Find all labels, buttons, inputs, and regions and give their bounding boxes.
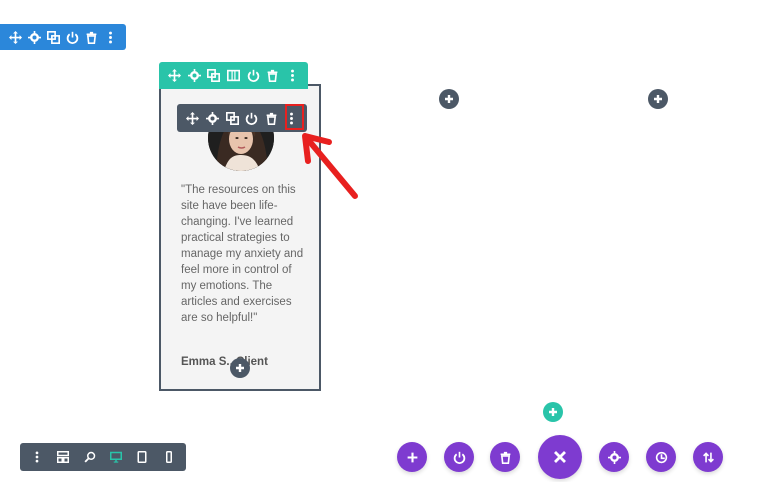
add-module-button[interactable] <box>230 358 250 378</box>
move-icon[interactable] <box>167 68 183 84</box>
move-icon[interactable] <box>8 29 24 45</box>
testimonial-author: Emma S., Client <box>181 356 268 368</box>
trash-icon[interactable] <box>263 110 279 126</box>
row-toolbar <box>159 62 308 89</box>
gear-icon[interactable] <box>186 68 202 84</box>
duplicate-icon[interactable] <box>206 68 222 84</box>
phone-icon[interactable] <box>161 449 177 465</box>
zoom-icon[interactable] <box>82 449 98 465</box>
page-settings-button[interactable] <box>599 442 629 472</box>
add-module-button-column-3[interactable] <box>648 89 668 109</box>
power-icon[interactable] <box>65 29 81 45</box>
power-icon[interactable] <box>245 68 261 84</box>
section-toolbar <box>0 24 126 50</box>
gear-icon[interactable] <box>204 110 220 126</box>
view-mode-toolbar <box>20 443 186 471</box>
delete-button[interactable] <box>490 442 520 472</box>
portability-button[interactable] <box>693 442 723 472</box>
tablet-icon[interactable] <box>134 449 150 465</box>
testimonial-quote: "The resources on this site have been li… <box>181 184 304 324</box>
highlight-box <box>285 104 304 130</box>
move-icon[interactable] <box>185 110 201 126</box>
duplicate-icon[interactable] <box>224 110 240 126</box>
history-button[interactable] <box>646 442 676 472</box>
gear-icon[interactable] <box>27 29 43 45</box>
add-button[interactable] <box>397 442 427 472</box>
layers-icon[interactable] <box>55 449 71 465</box>
more-icon[interactable] <box>284 68 300 84</box>
desktop-icon[interactable] <box>108 449 124 465</box>
duplicate-icon[interactable] <box>46 29 62 45</box>
power-icon[interactable] <box>244 110 260 126</box>
columns-icon[interactable] <box>225 68 241 84</box>
close-settings-button[interactable] <box>538 435 582 479</box>
trash-icon[interactable] <box>265 68 281 84</box>
trash-icon[interactable] <box>84 29 100 45</box>
disable-button[interactable] <box>444 442 474 472</box>
add-module-button-column-2[interactable] <box>439 89 459 109</box>
more-icon[interactable] <box>29 449 45 465</box>
add-row-button[interactable] <box>543 402 563 422</box>
more-icon[interactable] <box>103 29 119 45</box>
